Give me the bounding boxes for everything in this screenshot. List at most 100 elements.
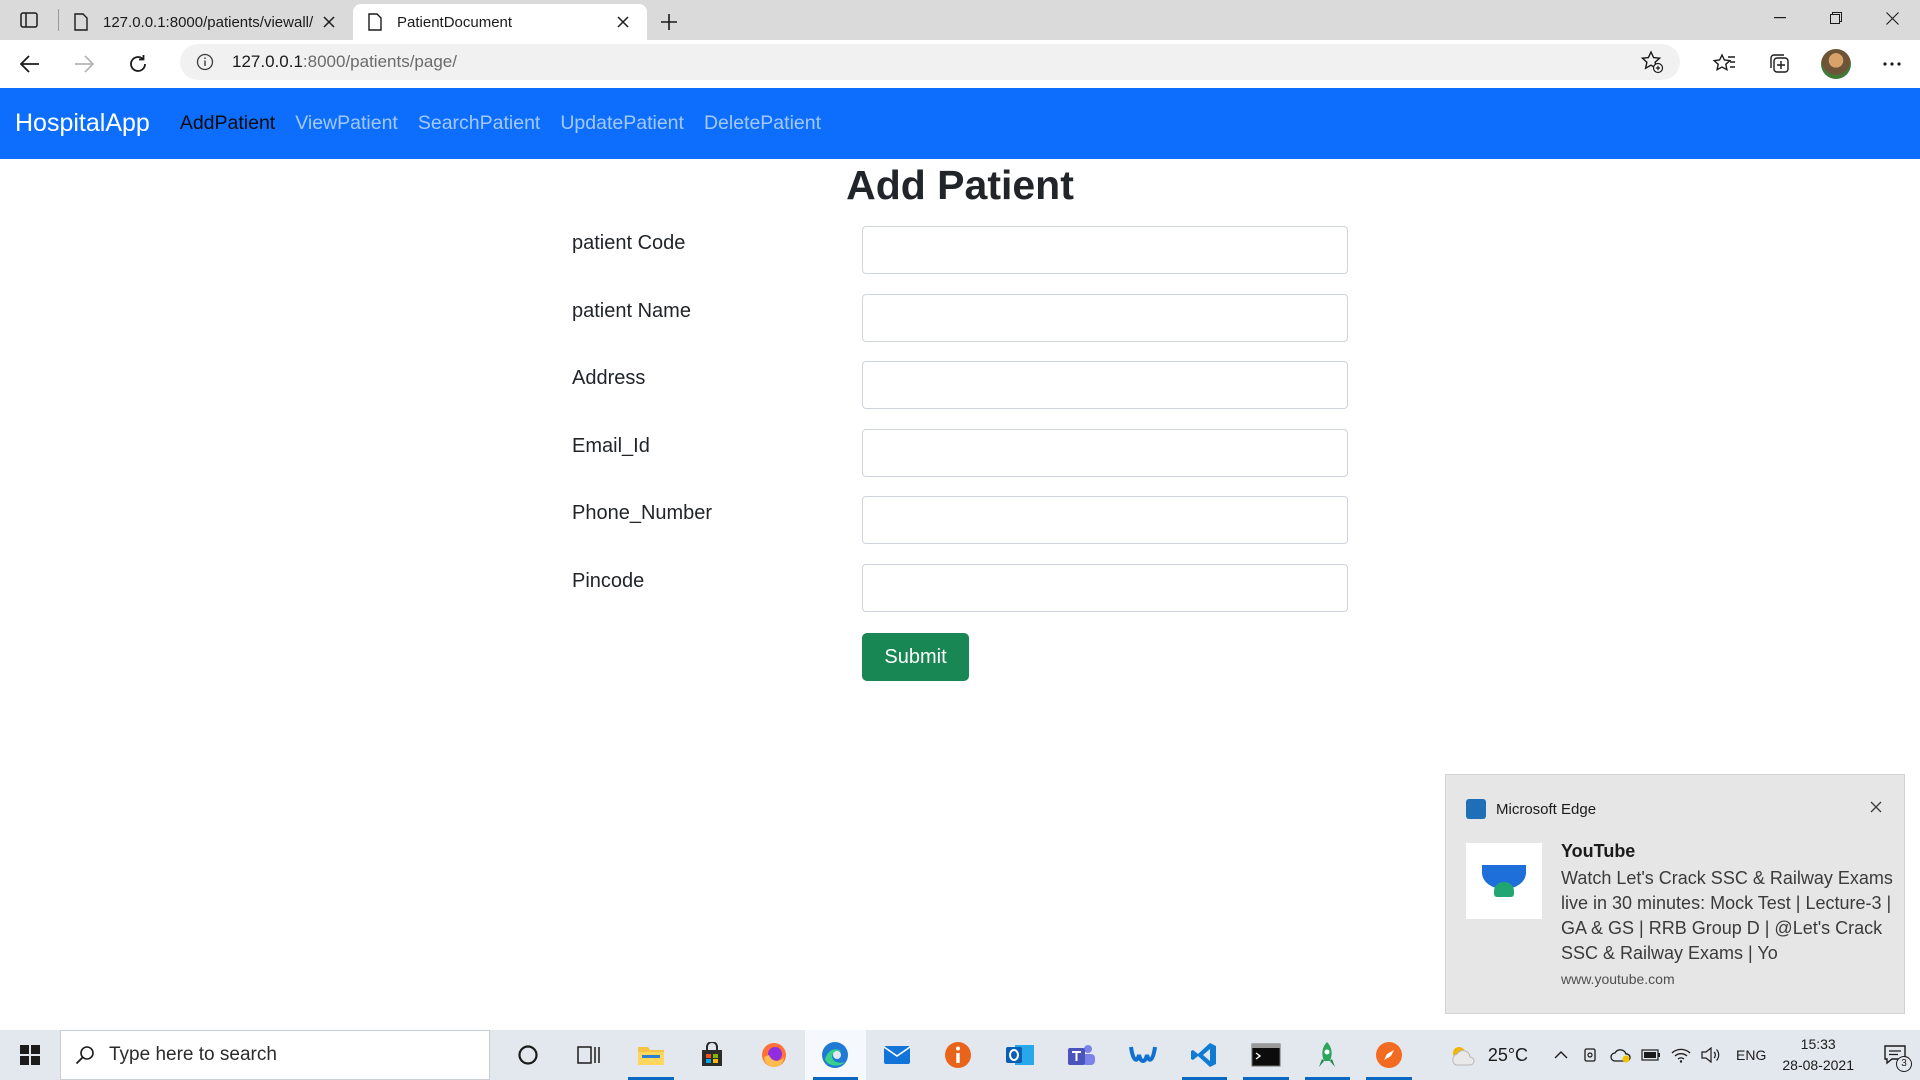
forward-arrow-icon: [75, 55, 94, 73]
unacademy-logo-icon: [1482, 865, 1526, 897]
address-input[interactable]: [862, 361, 1348, 409]
vscode-button[interactable]: [1174, 1030, 1236, 1080]
browser-tab-patientdocument[interactable]: PatientDocument: [353, 4, 647, 40]
back-arrow-icon: [20, 55, 39, 73]
info-app-button[interactable]: [928, 1030, 990, 1080]
new-tab-button[interactable]: [647, 4, 691, 40]
nav-link-deletepatient[interactable]: DeletePatient: [704, 112, 821, 135]
collections-icon: [1770, 54, 1789, 73]
edge-button[interactable]: [804, 1030, 866, 1080]
teams-button[interactable]: [1051, 1030, 1113, 1080]
browser-tab-viewall[interactable]: 127.0.0.1:8000/patients/viewall/: [59, 4, 353, 40]
form-row-pincode: Pincode: [572, 564, 1348, 612]
email-input[interactable]: [862, 429, 1348, 477]
notification-count-badge: 3: [1896, 1056, 1912, 1072]
nav-link-viewpatient[interactable]: ViewPatient: [295, 112, 398, 135]
rocket-app-button[interactable]: [1297, 1030, 1359, 1080]
teams-icon: [1068, 1045, 1096, 1065]
action-center-button[interactable]: 3: [1870, 1030, 1920, 1080]
weather-widget[interactable]: 25°C: [1448, 1043, 1528, 1067]
window-controls: [1752, 0, 1920, 40]
phone-number-input[interactable]: [862, 496, 1348, 544]
meet-now-button[interactable]: [1576, 1030, 1606, 1080]
patient-name-input[interactable]: [862, 294, 1348, 342]
webex-button[interactable]: [1112, 1030, 1174, 1080]
compass-app-icon: [1375, 1042, 1402, 1068]
address-bar[interactable]: 127.0.0.1:8000/patients/page/: [180, 44, 1680, 80]
toast-title: YouTube: [1561, 841, 1636, 861]
settings-menu-button[interactable]: [1864, 44, 1920, 84]
compass-app-button[interactable]: [1358, 1030, 1420, 1080]
input-language-indicator[interactable]: ENG: [1736, 1047, 1766, 1063]
wifi-button[interactable]: [1666, 1030, 1696, 1080]
terminal-button[interactable]: [1235, 1030, 1297, 1080]
pincode-input[interactable]: [862, 564, 1348, 612]
toolbar-right: [1696, 40, 1920, 88]
forward-button[interactable]: [60, 44, 108, 84]
close-notification-button[interactable]: [1866, 797, 1886, 817]
store-icon: [702, 1042, 723, 1066]
favorites-button[interactable]: [1696, 44, 1752, 84]
outlook-button[interactable]: [989, 1030, 1051, 1080]
form-row-address: Address: [572, 361, 1348, 409]
submit-button[interactable]: Submit: [862, 633, 969, 681]
browser-toolbar: 127.0.0.1:8000/patients/page/: [0, 40, 1920, 88]
cortana-button[interactable]: [497, 1030, 559, 1080]
mail-button[interactable]: [866, 1030, 928, 1080]
refresh-icon: [130, 55, 146, 72]
back-button[interactable]: [6, 44, 54, 84]
favorites-icon: [1712, 53, 1735, 72]
chevron-up-icon: [1554, 1051, 1568, 1059]
store-button[interactable]: [682, 1030, 744, 1080]
page-icon: [368, 13, 382, 31]
onedrive-button[interactable]: [1606, 1030, 1636, 1080]
toast-source: www.youtube.com: [1561, 971, 1675, 987]
close-window-button[interactable]: [1864, 0, 1920, 36]
site-info-icon[interactable]: [196, 53, 214, 71]
form-row-patient-name: patient Name: [572, 294, 1348, 342]
webex-icon: [1128, 1046, 1157, 1063]
taskbar-search-box[interactable]: Type here to search: [60, 1030, 490, 1080]
more-options-icon: [1883, 62, 1901, 66]
profile-button[interactable]: [1808, 44, 1864, 84]
terminal-icon: [1251, 1043, 1281, 1067]
clock-date: 28-08-2021: [1782, 1057, 1854, 1073]
edge-icon: [822, 1042, 849, 1068]
show-hidden-icons-button[interactable]: [1546, 1030, 1576, 1080]
restore-button[interactable]: [1808, 0, 1864, 36]
plus-icon: [661, 14, 677, 30]
task-view-button[interactable]: [559, 1030, 621, 1080]
refresh-button[interactable]: [114, 44, 162, 84]
volume-button[interactable]: [1696, 1030, 1726, 1080]
toast-app-name: Microsoft Edge: [1496, 800, 1597, 818]
close-tab-icon[interactable]: [319, 12, 339, 32]
toast-header: Microsoft Edge: [1466, 799, 1596, 819]
patient-code-input[interactable]: [862, 226, 1348, 274]
search-placeholder: Type here to search: [109, 1044, 277, 1065]
taskbar: Type here to search 25°C ENG 15:33 28-08…: [0, 1030, 1920, 1080]
collections-button[interactable]: [1752, 44, 1808, 84]
start-button[interactable]: [0, 1030, 60, 1080]
task-view-icon: [577, 1046, 600, 1064]
system-tray: 25°C ENG 15:33 28-08-2021 3: [1448, 1030, 1920, 1080]
form-row-email: Email_Id: [572, 429, 1348, 477]
file-explorer-button[interactable]: [620, 1030, 682, 1080]
navbar-brand[interactable]: HospitalApp: [15, 109, 150, 138]
nav-link-searchpatient[interactable]: SearchPatient: [418, 112, 541, 135]
close-tab-icon[interactable]: [613, 12, 633, 32]
battery-button[interactable]: [1636, 1030, 1666, 1080]
form-row-phone: Phone_Number: [572, 496, 1348, 544]
edge-notification-toast[interactable]: Microsoft Edge YouTube Watch Let's Crack…: [1445, 774, 1905, 1014]
firefox-button[interactable]: [743, 1030, 805, 1080]
file-explorer-icon: [637, 1047, 664, 1065]
taskbar-clock[interactable]: 15:33 28-08-2021: [1782, 1034, 1854, 1076]
search-icon: [75, 1046, 94, 1065]
nav-link-addpatient[interactable]: AddPatient: [180, 112, 275, 135]
tab-actions-button[interactable]: [0, 0, 58, 40]
add-favorite-icon[interactable]: [1640, 50, 1664, 79]
tab-title: 127.0.0.1:8000/patients/viewall/: [103, 13, 314, 31]
camera-icon: [1584, 1048, 1596, 1062]
minimize-button[interactable]: [1752, 0, 1808, 36]
browser-tab-strip: 127.0.0.1:8000/patients/viewall/ Patient…: [0, 0, 1920, 40]
nav-link-updatepatient[interactable]: UpdatePatient: [560, 112, 684, 135]
